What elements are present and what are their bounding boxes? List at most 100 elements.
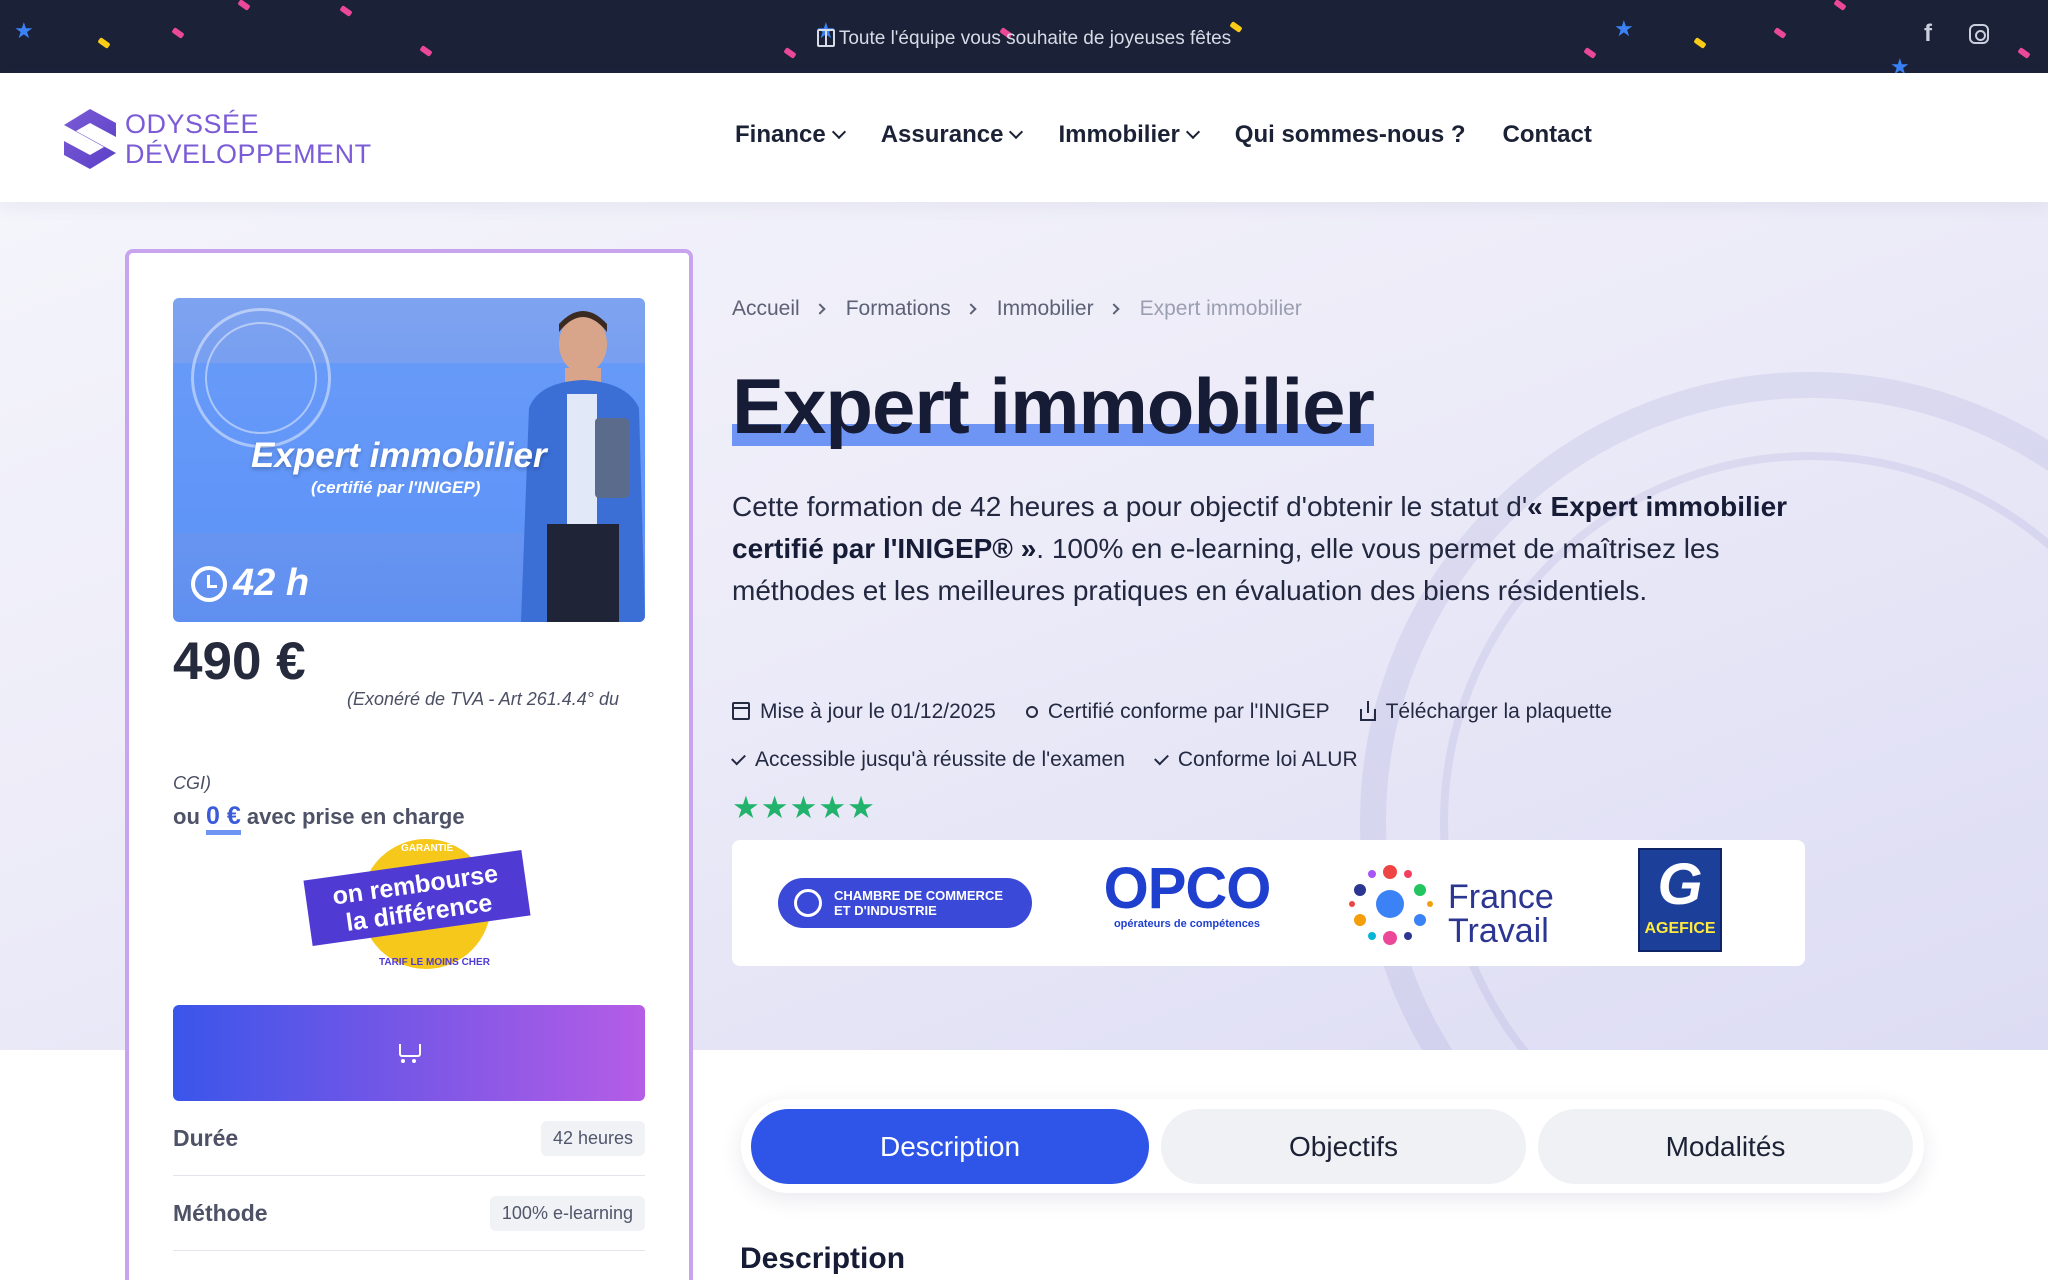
partners-logos: CHAMBRE DE COMMERCE ET D'INDUSTRIE OPCO … [732, 840, 1805, 966]
rating-stars: ★★★★★ [732, 790, 876, 825]
announcement-message: Toute l'équipe vous souhaite de joyeuses… [0, 28, 2048, 50]
nav-contact[interactable]: Contact [1503, 121, 1592, 149]
chevron-right-icon [1107, 303, 1120, 315]
download-icon [1359, 701, 1376, 721]
nav-immobilier[interactable]: Immobilier [1058, 121, 1200, 149]
agefice-logo: G AGEFICE [1638, 848, 1722, 952]
title-wrapper: Expert immobilier [732, 360, 1375, 452]
promo-duration-value: 42 h [233, 562, 310, 604]
breadcrumb-formations[interactable]: Formations [846, 297, 951, 321]
tab-modalites[interactable]: Modalités [1538, 1109, 1913, 1184]
france-travail-logo: France Travail [1348, 854, 1568, 954]
meta-updated: Mise à jour le 01/12/2025 [732, 700, 996, 724]
promo-image: Expert immobilier (certifié par l'INIGEP… [173, 298, 645, 622]
badge-top-text: GARANTIE [401, 843, 454, 854]
spec-label: Durée [173, 1124, 239, 1151]
promo-subtitle: (certifié par l'INIGEP) [311, 478, 481, 497]
funding-line: ou 0 € avec prise en charge [173, 802, 465, 835]
france-travail-icon [1349, 865, 1433, 945]
opco-logo: OPCO opérateurs de compétences [1092, 856, 1282, 931]
meta-alur: Conforme loi ALUR [1153, 748, 1358, 772]
spec-row-duree: Durée 42 heures [173, 1101, 645, 1176]
logo-icon[interactable] [62, 107, 118, 171]
promo-duration: 42 h [191, 562, 309, 605]
logo-line-1: ODYSSÉE [125, 109, 260, 139]
tab-description[interactable]: Description [751, 1109, 1149, 1184]
opco-text: OPCO [1103, 856, 1272, 921]
breadcrumb-accueil[interactable]: Accueil [732, 297, 800, 321]
page-title: Expert immobilier [732, 362, 1375, 450]
france-travail-line-1: France [1448, 878, 1554, 916]
opco-subtext: opérateurs de compétences [1113, 918, 1261, 930]
funding-prefix: ou [173, 804, 200, 829]
meta-accessible: Accessible jusqu'à réussite de l'examen [731, 748, 1125, 772]
price-note: (Exonéré de TVA - Art 261.4.4° du CGI) [173, 689, 620, 793]
confetti [237, 0, 251, 11]
guarantee-badge: GARANTIE on rembourse la différence TARI… [301, 833, 541, 993]
meta-certified: Certifié conforme par l'INIGEP [1025, 700, 1330, 724]
breadcrumb: Accueil Formations Immobilier Expert imm… [732, 297, 1302, 321]
spec-value: 42 heures [540, 1120, 645, 1156]
site-header: ODYSSÉE DÉVELOPPEMENT Finance Assurance … [0, 73, 2048, 202]
chevron-down-icon [831, 124, 846, 140]
content-tabs: Description Objectifs Modalités [741, 1099, 1924, 1193]
france-travail-text: France Travail [1448, 880, 1554, 948]
nav-label: Immobilier [1058, 121, 1180, 148]
breadcrumb-immobilier[interactable]: Immobilier [997, 297, 1094, 321]
announcement-bar: ★ ★ ★ ★ Toute l'équipe vous souhaite de … [0, 0, 2048, 73]
spec-value: 100% e-learning [489, 1195, 645, 1231]
intro-paragraph: Cette formation de 42 heures a pour obje… [732, 486, 1792, 612]
meta-certified-text: Certifié conforme par l'INIGEP [1047, 700, 1330, 723]
nav-finance[interactable]: Finance [735, 121, 846, 149]
agefice-text: AGEFICE [1644, 920, 1716, 937]
breadcrumb-current: Expert immobilier [1139, 297, 1302, 320]
meta-updated-text: Mise à jour le 01/12/2025 [760, 700, 996, 723]
funding-amount: 0 € [206, 802, 241, 835]
agefice-mark: G [1657, 852, 1703, 917]
clock-icon [191, 565, 227, 602]
spec-row-methode: Méthode 100% e-learning [173, 1176, 645, 1251]
star-icon: ★ [1890, 54, 1910, 74]
add-to-cart-button[interactable] [173, 1005, 645, 1101]
download-brochure-text: Télécharger la plaquette [1385, 700, 1613, 723]
nav-qui-sommes-nous[interactable]: Qui sommes-nous ? [1235, 121, 1466, 149]
download-brochure-link[interactable]: Télécharger la plaquette [1359, 700, 1613, 724]
funding-suffix: avec prise en charge [246, 804, 465, 829]
calendar-icon [732, 702, 750, 720]
nav-assurance[interactable]: Assurance [880, 121, 1024, 149]
logo-text[interactable]: ODYSSÉE DÉVELOPPEMENT [125, 109, 372, 169]
main-nav: Finance Assurance Immobilier Qui sommes-… [735, 121, 1592, 149]
meta-row-2: Accessible jusqu'à réussite de l'examen … [731, 748, 1358, 772]
cart-icon [396, 1042, 422, 1064]
chevron-right-icon [965, 303, 977, 315]
nav-label: Contact [1502, 121, 1592, 148]
meta-alur-text: Conforme loi ALUR [1177, 748, 1358, 771]
product-card: Expert immobilier (certifié par l'INIGEP… [125, 249, 693, 1280]
check-icon [731, 750, 746, 766]
chevron-down-icon [1185, 124, 1200, 140]
logo-line-2: DÉVELOPPEMENT [125, 139, 372, 169]
spec-label: Méthode [173, 1199, 268, 1226]
cci-line-1: CHAMBRE DE COMMERCE [834, 888, 1003, 903]
announcement-text: Toute l'équipe vous souhaite de joyeuses… [838, 28, 1232, 49]
intro-text-1: Cette formation de 42 heures a pour obje… [732, 491, 1528, 522]
promo-title: Expert immobilier [251, 436, 547, 475]
nav-label: Qui sommes-nous ? [1234, 121, 1466, 148]
france-travail-line-2: Travail [1448, 912, 1549, 950]
tab-objectifs[interactable]: Objectifs [1161, 1109, 1526, 1184]
meta-accessible-text: Accessible jusqu'à réussite de l'examen [755, 748, 1125, 771]
badge-bottom-text: TARIF LE MOINS CHER [379, 957, 490, 968]
meta-row-1: Mise à jour le 01/12/2025 Certifié confo… [732, 700, 1612, 724]
chevron-down-icon [1009, 124, 1024, 140]
chevron-right-icon [814, 303, 826, 315]
confetti [339, 5, 353, 17]
cci-line-2: ET D'INDUSTRIE [834, 903, 937, 918]
gift-icon [816, 29, 835, 47]
instagram-icon[interactable] [1969, 24, 1989, 44]
nav-label: Finance [735, 121, 826, 148]
nav-label: Assurance [880, 121, 1004, 148]
cci-logo: CHAMBRE DE COMMERCE ET D'INDUSTRIE [778, 878, 1032, 928]
facebook-icon[interactable]: f [1924, 20, 1932, 48]
cci-icon [794, 889, 822, 917]
confetti [1833, 0, 1847, 11]
